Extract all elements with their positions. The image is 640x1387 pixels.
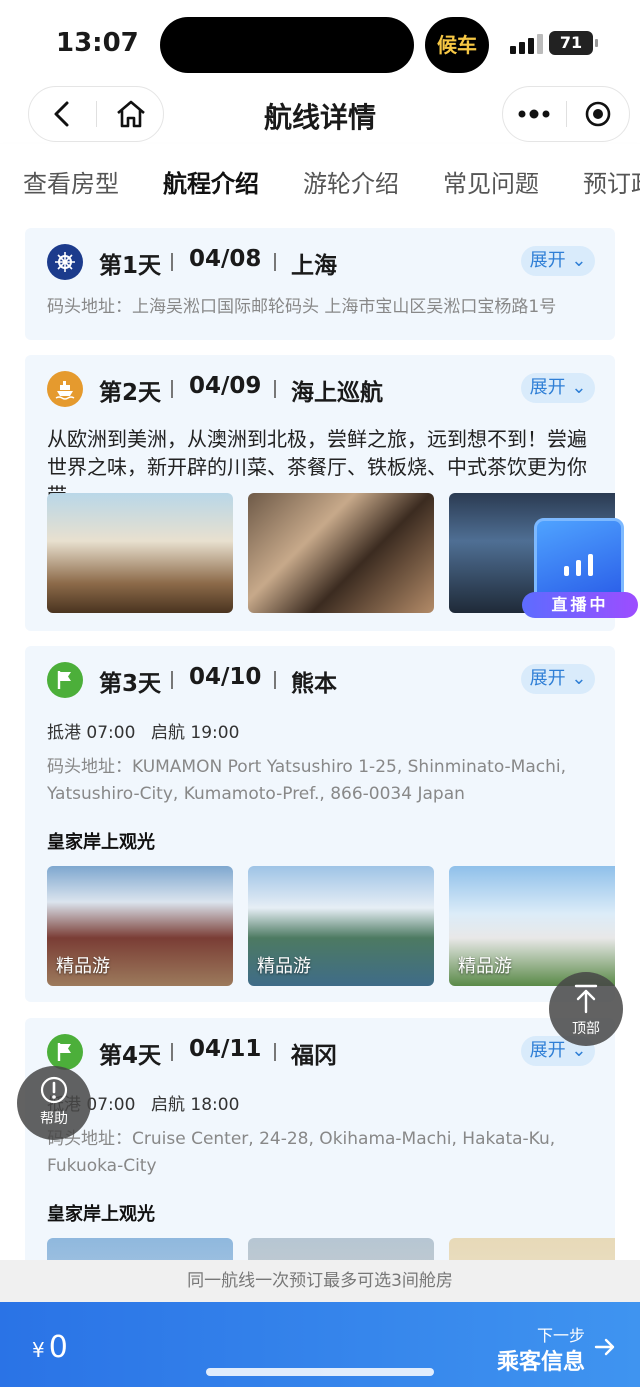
tab-bar: 查看房型 航程介绍 游轮介绍 常见问题 预订政 bbox=[0, 144, 640, 214]
flag-icon bbox=[47, 662, 83, 698]
chart-bars-icon bbox=[562, 554, 596, 576]
excursion-photo[interactable] bbox=[449, 1238, 615, 1260]
day-label: 第4天 bbox=[99, 1043, 162, 1069]
home-indicator bbox=[206, 1368, 434, 1376]
day-date: 04/11 bbox=[189, 1036, 262, 1062]
expand-button[interactable]: 展开 ⌄ bbox=[521, 664, 595, 694]
tab-itinerary[interactable]: 航程介绍 bbox=[163, 164, 259, 199]
next-step-button[interactable]: 乘客信息 bbox=[497, 1344, 585, 1376]
expand-button[interactable]: 展开 ⌄ bbox=[521, 373, 595, 403]
tab-faq[interactable]: 常见问题 bbox=[443, 164, 539, 199]
excursion-photo[interactable]: 精品游 bbox=[47, 866, 233, 986]
separator bbox=[171, 253, 173, 271]
back-to-top-label: 顶部 bbox=[572, 1021, 600, 1037]
close-miniapp-button[interactable] bbox=[567, 87, 629, 141]
separator bbox=[274, 253, 276, 271]
chevron-down-icon: ⌄ bbox=[571, 250, 587, 271]
separator bbox=[274, 380, 276, 398]
day-date: 04/10 bbox=[189, 664, 262, 690]
help-label: 帮助 bbox=[40, 1111, 68, 1127]
pier-address: 码头地址：上海吴淞口国际邮轮码头 上海市宝山区吴淞口宝杨路1号 bbox=[47, 297, 557, 317]
booking-notice: 同一航线一次预订最多可选3间舱房 bbox=[0, 1260, 640, 1302]
arrow-right-icon[interactable] bbox=[594, 1336, 616, 1358]
more-button[interactable] bbox=[503, 87, 565, 141]
excursion-photo[interactable] bbox=[248, 1238, 434, 1260]
separator bbox=[274, 671, 276, 689]
day-header: 第3天 04/10 熊本 展开 ⌄ bbox=[47, 660, 595, 700]
pier-address: 码头地址：KUMAMON Port Yatsushiro 1-25, Shinm… bbox=[47, 757, 567, 804]
shore-excursion-title: 皇家岸上观光 bbox=[47, 1204, 155, 1225]
chevron-down-icon: ⌄ bbox=[571, 377, 587, 398]
flag-icon bbox=[47, 1034, 83, 1070]
arrive-time: 抵港 07:00 bbox=[47, 723, 136, 743]
separator bbox=[171, 671, 173, 689]
expand-label: 展开 bbox=[529, 250, 566, 271]
expand-label: 展开 bbox=[529, 668, 566, 689]
expand-button[interactable]: 展开 ⌄ bbox=[521, 246, 595, 276]
day-card: 第1天 04/08 上海 展开 ⌄ 码头地址：上海吴淞口国际邮轮码头 上海市宝山… bbox=[25, 228, 615, 340]
status-time: 13:07 bbox=[56, 28, 139, 58]
dining-photo[interactable] bbox=[47, 493, 233, 613]
price-value: 0 bbox=[48, 1330, 68, 1365]
day-port: 海上巡航 bbox=[291, 380, 383, 406]
dynamic-island bbox=[160, 17, 414, 73]
excursion-photo[interactable] bbox=[47, 1238, 233, 1260]
arrow-up-icon bbox=[574, 984, 598, 1014]
target-icon bbox=[585, 101, 611, 127]
tab-cruise-intro[interactable]: 游轮介绍 bbox=[303, 164, 399, 199]
itinerary-list: 第1天 04/08 上海 展开 ⌄ 码头地址：上海吴淞口国际邮轮码头 上海市宝山… bbox=[0, 214, 640, 1260]
day-card: 第3天 04/10 熊本 展开 ⌄ 抵港 07:00 启航 19:00 码头地址… bbox=[25, 646, 615, 1002]
excursion-caption: 精品游 bbox=[257, 956, 311, 977]
day-date: 04/08 bbox=[189, 246, 262, 272]
nav-bar: 航线详情 bbox=[0, 86, 640, 144]
day-label: 第1天 bbox=[99, 253, 162, 279]
day-port: 福冈 bbox=[291, 1043, 337, 1069]
separator bbox=[171, 380, 173, 398]
separator bbox=[274, 1043, 276, 1061]
day-port: 上海 bbox=[291, 253, 337, 279]
restaurant-photo[interactable] bbox=[248, 493, 434, 613]
day-label: 第2天 bbox=[99, 380, 162, 406]
depart-time: 启航 18:00 bbox=[151, 1095, 240, 1115]
tab-room-types[interactable]: 查看房型 bbox=[23, 164, 119, 199]
day-header: 第4天 04/11 福冈 展开 ⌄ bbox=[47, 1032, 595, 1072]
chevron-down-icon: ⌄ bbox=[571, 668, 587, 689]
nav-right-capsule bbox=[502, 86, 630, 142]
help-button[interactable]: 帮助 bbox=[17, 1066, 91, 1140]
depart-time: 启航 19:00 bbox=[151, 723, 240, 743]
tab-booking-policy[interactable]: 预订政 bbox=[583, 164, 640, 199]
next-step-label: 下一步 bbox=[536, 1326, 585, 1345]
expand-label: 展开 bbox=[529, 377, 566, 398]
day-label: 第3天 bbox=[99, 671, 162, 697]
cruise-ship-icon bbox=[47, 371, 83, 407]
day-port: 熊本 bbox=[291, 671, 337, 697]
excursion-caption: 精品游 bbox=[56, 956, 110, 977]
live-stream-button[interactable]: 直播中 bbox=[522, 516, 638, 618]
excursion-photo[interactable]: 精品游 bbox=[449, 866, 615, 986]
day-header: 第1天 04/08 上海 展开 ⌄ bbox=[47, 242, 595, 282]
live-label: 直播中 bbox=[522, 592, 638, 618]
excursion-photo[interactable]: 精品游 bbox=[248, 866, 434, 986]
expand-label: 展开 bbox=[529, 1040, 566, 1061]
excursion-caption: 精品游 bbox=[458, 956, 512, 977]
status-bar: 13:07 候车 71 bbox=[0, 0, 640, 88]
more-icon bbox=[518, 109, 550, 119]
shore-excursion-title: 皇家岸上观光 bbox=[47, 832, 155, 853]
day-date: 04/09 bbox=[189, 373, 262, 399]
ship-wheel-icon bbox=[47, 244, 83, 280]
battery-icon: 71 bbox=[549, 31, 598, 55]
separator bbox=[171, 1043, 173, 1061]
info-icon bbox=[40, 1076, 68, 1104]
day-card: 第4天 04/11 福冈 展开 ⌄ 抵港 07:00 启航 18:00 码头地址… bbox=[25, 1018, 615, 1260]
signal-icon bbox=[510, 34, 543, 54]
day-header: 第2天 04/09 海上巡航 展开 ⌄ bbox=[47, 369, 595, 409]
back-to-top-button[interactable]: 顶部 bbox=[549, 972, 623, 1046]
total-price: ¥0 bbox=[32, 1330, 68, 1365]
wait-pill[interactable]: 候车 bbox=[425, 17, 489, 73]
currency-symbol: ¥ bbox=[32, 1338, 45, 1362]
pier-address: 码头地址：Cruise Center, 24-28, Okihama-Machi… bbox=[47, 1129, 556, 1176]
